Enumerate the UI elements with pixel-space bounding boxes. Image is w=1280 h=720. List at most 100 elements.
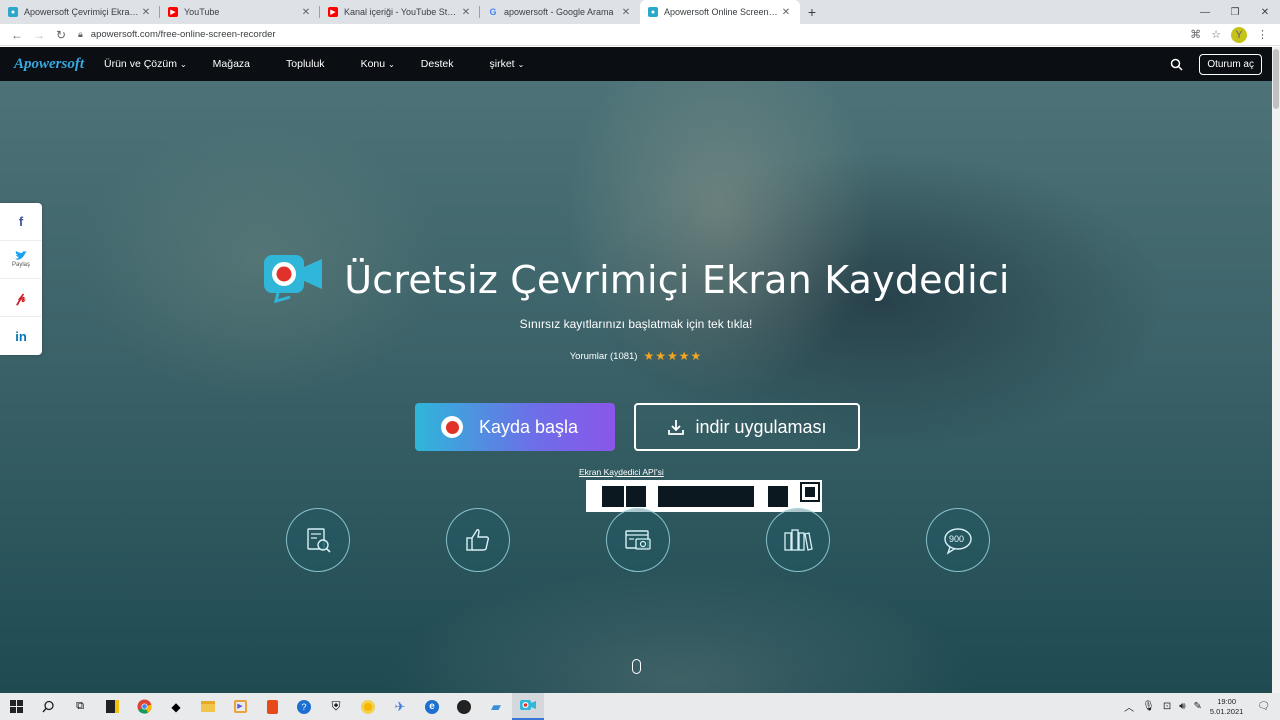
scroll-down-icon[interactable]: [632, 659, 641, 674]
restore-icon[interactable]: ❐: [1220, 7, 1250, 18]
reload-icon[interactable]: ↻: [50, 28, 72, 42]
thumbs-up-icon: [466, 529, 490, 551]
notifications-icon[interactable]: 🗨︎: [1257, 701, 1270, 712]
tab-title: apowersoft - Google Arama: [504, 7, 614, 17]
pen-icon[interactable]: ✎: [1194, 701, 1202, 712]
hero-section: f Paylaş 𝓅 in Ücretsiz Çevrimiçi Ekran K…: [0, 81, 1272, 693]
windows-taskbar: ⧉ ◆ ▶ ? ⛨ ✈ e ▰ ︿ 🎙︎ ⊡ 🔊︎ ✎ 19:00 5.01.2…: [0, 693, 1280, 720]
feature-thumbs-up[interactable]: [446, 508, 510, 572]
task-view-icon[interactable]: ⧉: [64, 693, 96, 720]
download-app-button[interactable]: indir uygulaması: [634, 403, 860, 451]
tab-title: Apowersoft Çevrimiçi Ekran Kayde: [24, 7, 140, 17]
browser-tab-4[interactable]: G apowersoft - Google Arama ✕: [480, 0, 640, 24]
address-bar: ← → ↻ 🔒︎ apowersoft.com/free-online-scre…: [0, 24, 1280, 46]
nav-urun-ve-cozum[interactable]: Ürün ve Çözüm ⌄: [104, 58, 187, 70]
nav-label: Konu: [360, 58, 386, 70]
tab-close-icon[interactable]: ✕: [620, 7, 632, 18]
menu-kebab-icon[interactable]: ⋮: [1257, 28, 1268, 41]
nav-label: şirket: [489, 58, 515, 70]
bookmark-star-icon[interactable]: ☆: [1211, 28, 1221, 41]
apowersoft-favicon-icon: ●: [8, 7, 18, 17]
download-app-label: indir uygulaması: [695, 416, 827, 437]
start-recording-label: Kayda başla: [479, 416, 579, 437]
scrollbar-thumb[interactable]: [1273, 49, 1279, 109]
close-window-icon[interactable]: ✕: [1250, 7, 1280, 18]
browser-tab-3[interactable]: ▶ Kanal içeriği - YouTube Studio ✕: [320, 0, 480, 24]
start-recording-button[interactable]: Kayda başla: [415, 403, 615, 451]
youtube-studio-favicon-icon: ▶: [328, 7, 338, 17]
profile-avatar[interactable]: Y: [1231, 26, 1247, 43]
download-manager-icon[interactable]: ✈: [384, 693, 416, 720]
tab-close-icon[interactable]: ✕: [780, 7, 792, 18]
obs-icon[interactable]: [448, 693, 480, 720]
browser-tab-1[interactable]: ● Apowersoft Çevrimiçi Ekran Kayde ✕: [0, 0, 160, 24]
browser-tab-5-active[interactable]: ● Apowersoft Online Screen Recor ✕: [640, 0, 800, 24]
back-arrow-icon[interactable]: ←: [6, 28, 28, 42]
search-icon[interactable]: [1170, 58, 1183, 71]
new-tab-button[interactable]: +: [800, 0, 824, 24]
site-navbar: Apowersoft Ürün ve Çözüm ⌄ Mağaza Toplulu…: [0, 47, 1272, 81]
apowersoft-recorder-icon[interactable]: [512, 693, 544, 720]
help-search-icon[interactable]: ?: [288, 693, 320, 720]
lock-icon[interactable]: 🔒︎: [78, 29, 83, 40]
system-tray: ︿ 🎙︎ ⊡ 🔊︎ ✎ 19:00 5.01.2021 🗨︎: [1124, 697, 1280, 717]
reviews-count[interactable]: Yorumlar (1081): [570, 351, 638, 362]
tab-close-icon[interactable]: ✕: [300, 7, 312, 18]
microphone-icon[interactable]: 🎙︎: [1142, 701, 1155, 712]
canary-browser-icon[interactable]: [352, 693, 384, 720]
google-favicon-icon: G: [489, 7, 497, 17]
chrome-icon[interactable]: [128, 693, 160, 720]
download-icon: [668, 420, 685, 435]
url-text: apowersoft.com/free-online-screen-record…: [90, 29, 276, 40]
nav-destek[interactable]: Destek: [421, 58, 454, 70]
url-input[interactable]: 🔒︎ apowersoft.com/free-online-screen-rec…: [78, 26, 1190, 44]
screen-recorder-api-link[interactable]: Ekran Kaydedici API'si: [579, 467, 664, 477]
feature-books[interactable]: [766, 508, 830, 572]
tray-chevron-up-icon[interactable]: ︿: [1124, 699, 1134, 714]
clock-date: 5.01.2021: [1209, 706, 1244, 716]
forward-arrow-icon[interactable]: →: [28, 28, 50, 42]
edge-icon[interactable]: e: [416, 693, 448, 720]
youtube-favicon-icon: ▶: [168, 7, 178, 17]
file-explorer-icon[interactable]: [192, 693, 224, 720]
network-icon[interactable]: ⊡: [1163, 701, 1171, 712]
browser-tab-2[interactable]: ▶ YouTube ✕: [160, 0, 320, 24]
nav-magaza[interactable]: Mağaza: [213, 58, 250, 70]
browser-tab-strip: ● Apowersoft Çevrimiçi Ekran Kayde ✕ ▶ Y…: [0, 0, 1280, 24]
feature-document-search[interactable]: [286, 508, 350, 572]
nav-konu[interactable]: Konu ⌄: [361, 58, 395, 70]
feature-screen-camera[interactable]: [606, 508, 670, 572]
sticky-app-icon[interactable]: [96, 693, 128, 720]
system-clock[interactable]: 19:00 5.01.2021: [1210, 697, 1243, 717]
record-dot-icon: [441, 416, 463, 438]
hero-subtitle: Sınırsız kayıtlarınızı başlatmak için te…: [519, 317, 753, 331]
tab-close-icon[interactable]: ✕: [460, 7, 472, 18]
logo-text: Apowersoft: [14, 55, 85, 72]
media-player-icon[interactable]: ▶: [224, 693, 256, 720]
tab-title: Kanal içeriği - YouTube Studio: [344, 7, 460, 17]
tab-close-icon[interactable]: ✕: [140, 7, 152, 18]
rating-stars-icon: ★★★★★: [643, 349, 703, 363]
facebook-share[interactable]: f: [0, 203, 42, 241]
notes-app-icon[interactable]: ▰: [480, 693, 512, 720]
minimize-icon[interactable]: —: [1190, 7, 1220, 18]
translate-icon[interactable]: ⌘: [1190, 28, 1201, 41]
nav-sirket[interactable]: şirket ⌄: [489, 58, 524, 70]
apowersoft-logo[interactable]: Apowersoft: [14, 56, 84, 73]
nav-topluluk[interactable]: Topluluk: [286, 58, 325, 70]
screen-camera-icon: [625, 530, 651, 550]
stack-app-icon[interactable]: ◆: [160, 693, 192, 720]
books-icon: [784, 529, 813, 551]
login-button[interactable]: Oturum aç: [1199, 53, 1262, 75]
taskbar-search-icon[interactable]: [32, 693, 64, 720]
reviews-row: Yorumlar (1081) ★★★★★: [0, 349, 1272, 363]
chevron-down-icon: ⌄: [517, 59, 525, 69]
office-icon[interactable]: [256, 693, 288, 720]
windows-start-icon[interactable]: [0, 693, 32, 720]
feature-chat-bubble[interactable]: 900: [926, 508, 990, 572]
security-shield-icon[interactable]: ⛨: [320, 693, 352, 720]
volume-icon[interactable]: 🔊︎: [1179, 701, 1185, 712]
hero-title-row: Ücretsiz Çevrimiçi Ekran Kaydedici: [0, 253, 1272, 307]
page-scrollbar[interactable]: [1272, 47, 1280, 693]
facebook-icon: f: [18, 214, 24, 229]
